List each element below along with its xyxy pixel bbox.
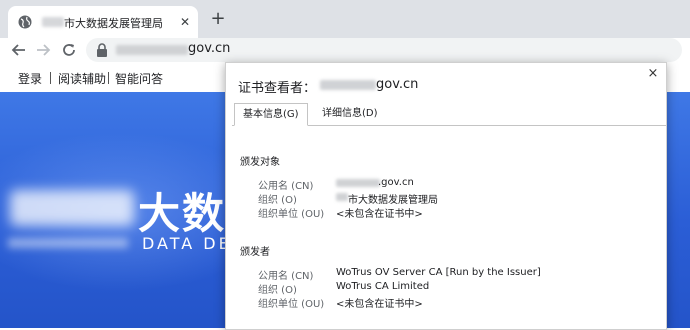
blurred-hero-text [10, 190, 134, 226]
dialog-title-domain: gov.cn [376, 77, 419, 92]
blurred-tab-text [42, 17, 64, 27]
blurred-title-text [320, 80, 376, 90]
subject-ou-label: 组织单位 (OU) [258, 209, 325, 220]
nav-divider [108, 72, 109, 84]
lock-icon[interactable] [96, 43, 108, 57]
subject-cn-label: 公用名 (CN) [258, 181, 314, 192]
tab-general[interactable]: 基本信息(G) [234, 103, 308, 126]
reload-icon [63, 44, 75, 56]
nav-divider [50, 72, 51, 84]
new-tab-button[interactable]: + [208, 9, 228, 29]
close-icon[interactable]: × [646, 67, 660, 81]
subject-section-title: 颁发对象 [240, 157, 280, 168]
hero-title: 大数 [138, 189, 227, 238]
login-link[interactable]: 登录 [18, 70, 42, 87]
browser-toolbar: gov.cn [0, 38, 690, 64]
subject-cn-value: .gov.cn [378, 177, 414, 188]
address-bar[interactable]: gov.cn [86, 38, 682, 62]
blurred-org-text [336, 193, 348, 201]
blurred-cn-text [336, 179, 380, 187]
tab-close-icon[interactable]: ✕ [178, 15, 192, 29]
issuer-ou-label: 组织单位 (OU) [258, 299, 325, 310]
forward-button[interactable] [34, 41, 52, 59]
tab-title: 市大数据发展管理局 [64, 17, 163, 30]
blurred-hero-subtitle [8, 238, 128, 248]
issuer-cn-label: 公用名 (CN) [258, 271, 314, 282]
subject-ou-value: <未包含在证书中> [336, 209, 423, 220]
certificate-viewer-dialog: 证书查看者： gov.cn × 基本信息(G) 详细信息(D) 颁发对象 公用名… [225, 62, 667, 330]
subject-org-label: 组织 (O) [258, 195, 297, 206]
smart-qa-link[interactable]: 智能问答 [115, 70, 163, 87]
browser-tab[interactable]: 市大数据发展管理局 ✕ [8, 6, 198, 38]
issuer-ou-value: <未包含在证书中> [336, 299, 423, 310]
issuer-cn-value: WoTrus OV Server CA [Run by the Issuer] [336, 267, 541, 278]
url-domain: gov.cn [188, 41, 231, 56]
dialog-title: 证书查看者： [238, 81, 317, 96]
issuer-section-title: 颁发者 [240, 247, 270, 258]
blurred-url-text [116, 45, 188, 55]
tab-details[interactable]: 详细信息(D) [314, 103, 386, 124]
reload-button[interactable] [60, 41, 78, 59]
tab-strip: 市大数据发展管理局 ✕ + [0, 0, 690, 38]
dialog-tabs: 基本信息(G) 详细信息(D) [232, 103, 666, 126]
arrow-right-icon [37, 44, 51, 56]
issuer-org-label: 组织 (O) [258, 285, 297, 296]
back-button[interactable] [10, 41, 28, 59]
arrow-left-icon [11, 44, 25, 56]
globe-icon [18, 15, 32, 29]
subject-org-value: 市大数据发展管理局 [348, 195, 438, 206]
reading-aid-link[interactable]: 阅读辅助 [58, 70, 106, 87]
issuer-org-value: WoTrus CA Limited [336, 281, 430, 292]
